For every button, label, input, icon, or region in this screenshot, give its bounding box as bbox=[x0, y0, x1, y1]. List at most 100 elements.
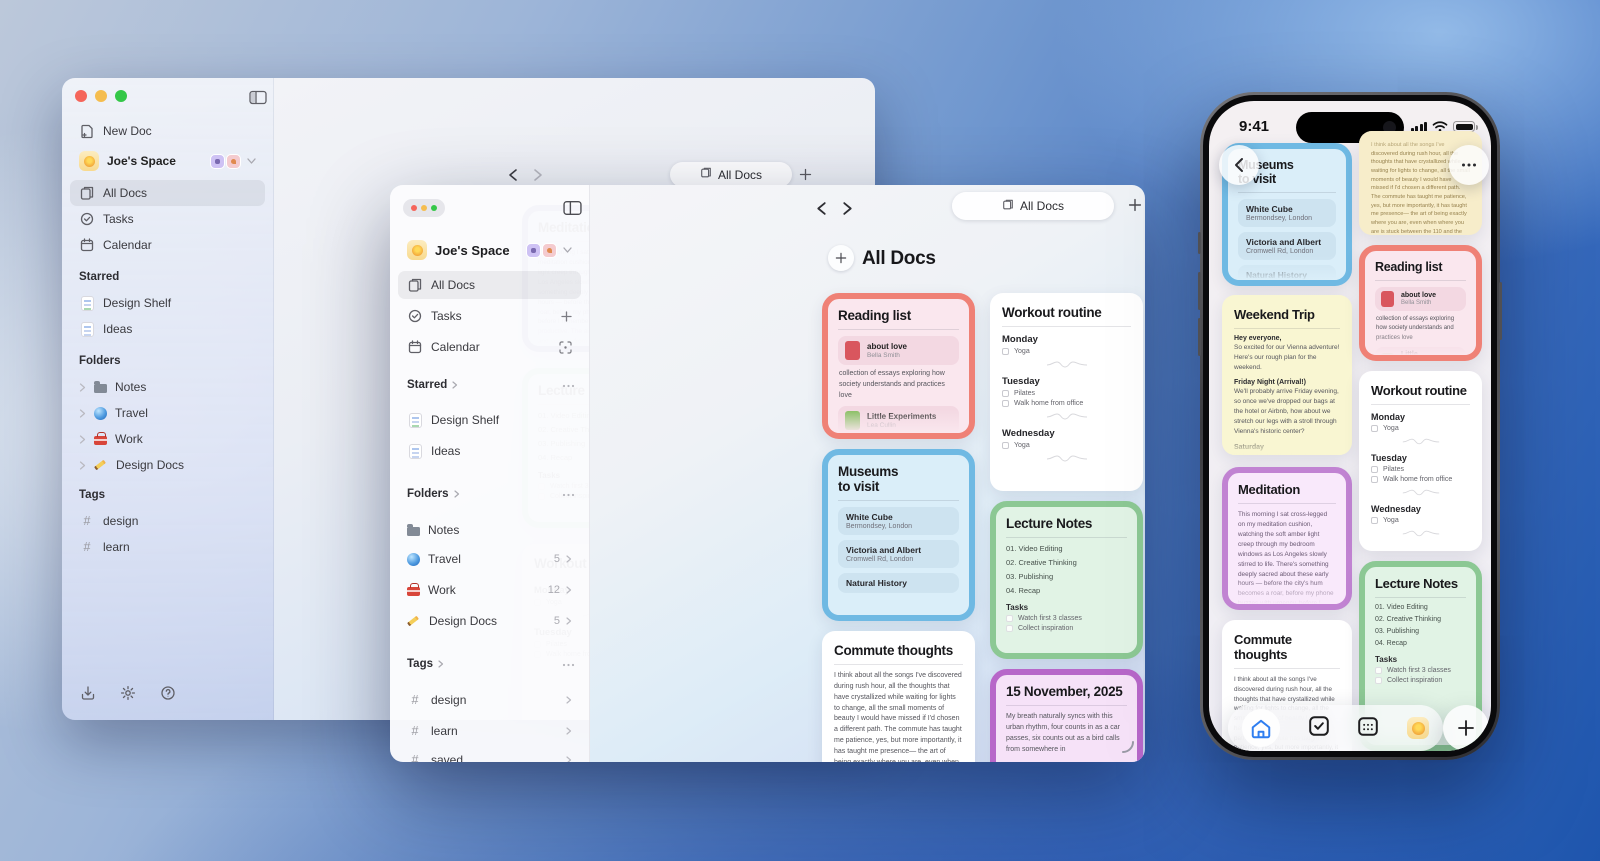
more-options-icon[interactable] bbox=[562, 488, 575, 500]
new-doc-button[interactable] bbox=[828, 245, 854, 271]
checkbox[interactable] bbox=[1002, 348, 1009, 355]
sidebar-tag-learn[interactable]: # learn bbox=[70, 534, 265, 560]
starred-section-header[interactable]: Starred bbox=[407, 376, 575, 394]
task-row[interactable]: Collect inspiration bbox=[1375, 677, 1466, 684]
task-row[interactable]: Yoga bbox=[1002, 348, 1131, 355]
resize-handle[interactable] bbox=[1121, 740, 1135, 754]
task-row[interactable]: Yoga bbox=[1371, 425, 1470, 432]
task-row[interactable]: Pilates bbox=[1371, 466, 1470, 473]
folders-section-header[interactable]: Folders bbox=[79, 352, 121, 370]
checkbox[interactable] bbox=[1371, 466, 1378, 473]
volume-up-button[interactable] bbox=[1198, 272, 1201, 310]
folders-section-header[interactable]: Folders bbox=[407, 485, 575, 503]
sidebar-tag-design[interactable]: # design bbox=[398, 687, 581, 713]
sidebar-folder-work[interactable]: Work bbox=[70, 426, 265, 452]
tab-workspace[interactable] bbox=[1407, 717, 1429, 739]
sidebar-tag-learn[interactable]: # learn bbox=[398, 718, 581, 744]
sidebar-folder-design-docs[interactable]: Design Docs 5 bbox=[398, 608, 581, 634]
sidebar-toggle-button[interactable] bbox=[562, 199, 582, 217]
new-tab-button[interactable] bbox=[1126, 196, 1144, 214]
note-card-reading-list[interactable]: Reading list about loveBella Smith colle… bbox=[822, 293, 975, 439]
more-options-icon[interactable] bbox=[562, 379, 575, 391]
forward-button[interactable] bbox=[529, 166, 547, 184]
minimize-button[interactable] bbox=[421, 205, 427, 211]
new-doc-button[interactable] bbox=[1443, 705, 1489, 751]
starred-section-header[interactable]: Starred bbox=[79, 268, 119, 286]
add-task-button[interactable] bbox=[561, 311, 572, 322]
note-card-lecture-notes[interactable]: Lecture Notes 01. Video Editing 02. Crea… bbox=[990, 501, 1143, 659]
museum-row[interactable]: Natural History bbox=[838, 573, 959, 593]
sidebar-folder-work[interactable]: Work 12 bbox=[398, 577, 581, 603]
sidebar-folder-travel[interactable]: Travel bbox=[70, 400, 265, 426]
task-row[interactable]: Pilates bbox=[1002, 390, 1131, 397]
zoom-button[interactable] bbox=[115, 90, 127, 102]
task-row[interactable]: Yoga bbox=[1002, 442, 1131, 449]
task-row[interactable]: Watch first 3 classes bbox=[1006, 615, 1127, 622]
tags-section-header[interactable]: Tags bbox=[407, 655, 575, 673]
note-card-commute[interactable]: Commute thoughts I think about all the s… bbox=[822, 631, 975, 762]
back-button[interactable] bbox=[812, 199, 830, 217]
focus-scan-button[interactable] bbox=[559, 341, 572, 354]
close-button[interactable] bbox=[411, 205, 417, 211]
sidebar-toggle-button[interactable] bbox=[248, 88, 268, 106]
mute-switch[interactable] bbox=[1198, 232, 1201, 254]
note-card-workout[interactable]: Workout routine Monday Yoga Tuesday Pila… bbox=[1359, 371, 1482, 551]
task-row[interactable]: Walk home from office bbox=[1371, 476, 1470, 483]
close-button[interactable] bbox=[75, 90, 87, 102]
tab-tasks[interactable] bbox=[1308, 715, 1330, 742]
tags-section-header[interactable]: Tags bbox=[79, 486, 105, 504]
checkbox[interactable] bbox=[1375, 667, 1382, 674]
sidebar-item-calendar[interactable]: Calendar bbox=[398, 334, 581, 360]
open-tab[interactable]: All Docs bbox=[670, 162, 792, 187]
help-icon[interactable] bbox=[160, 685, 176, 706]
sidebar-item-design-shelf[interactable]: Design Shelf bbox=[398, 407, 581, 433]
sidebar-folder-notes[interactable]: Notes bbox=[398, 517, 581, 543]
sidebar-folder-design-docs[interactable]: Design Docs bbox=[70, 452, 265, 478]
sidebar-item-all-docs[interactable]: All Docs bbox=[398, 271, 581, 299]
volume-down-button[interactable] bbox=[1198, 318, 1201, 356]
book-row[interactable]: about loveBella Smith bbox=[1375, 287, 1466, 311]
sidebar-item-ideas[interactable]: Ideas bbox=[70, 316, 265, 342]
checkbox[interactable] bbox=[1371, 476, 1378, 483]
sidebar-folder-notes[interactable]: Notes bbox=[70, 374, 265, 400]
sidebar-folder-travel[interactable]: Travel 5 bbox=[398, 546, 581, 572]
back-button[interactable] bbox=[504, 166, 522, 184]
sidebar-tag-design[interactable]: # design bbox=[70, 508, 265, 534]
settings-gear-icon[interactable] bbox=[120, 685, 136, 706]
front-window[interactable]: All Docs All Docs Reading list bbox=[390, 185, 1145, 762]
power-button[interactable] bbox=[1499, 282, 1502, 340]
sidebar-tag-saved[interactable]: # saved bbox=[398, 747, 581, 762]
sidebar-item-all-docs[interactable]: All Docs bbox=[70, 180, 265, 206]
more-options-icon[interactable] bbox=[562, 658, 575, 670]
checkbox[interactable] bbox=[1371, 517, 1378, 524]
new-doc-item[interactable]: New Doc bbox=[70, 118, 265, 144]
note-card-museums[interactable]: Museumsto visit White CubeBermondsey, Lo… bbox=[822, 449, 975, 621]
tab-calendar[interactable] bbox=[1357, 715, 1379, 742]
sidebar-item-tasks[interactable]: Tasks bbox=[70, 206, 265, 232]
workspace-switcher[interactable]: Joe's Space bbox=[398, 237, 581, 263]
workspace-switcher[interactable]: Joe's Space bbox=[70, 148, 265, 174]
task-row[interactable]: Watch first 3 classes bbox=[1375, 667, 1466, 674]
sidebar-item-tasks[interactable]: Tasks bbox=[398, 303, 581, 329]
checkbox[interactable] bbox=[1006, 615, 1013, 622]
checkbox[interactable] bbox=[1002, 390, 1009, 397]
sidebar-item-calendar[interactable]: Calendar bbox=[70, 232, 265, 258]
import-icon[interactable] bbox=[80, 685, 96, 706]
forward-button[interactable] bbox=[838, 199, 856, 217]
sidebar-item-design-shelf[interactable]: Design Shelf bbox=[70, 290, 265, 316]
note-card-weekend-trip[interactable]: Weekend Trip Hey everyone, So excited fo… bbox=[1222, 295, 1352, 455]
new-tab-button[interactable] bbox=[796, 165, 814, 183]
open-tab[interactable]: All Docs bbox=[952, 192, 1114, 220]
sidebar-item-ideas[interactable]: Ideas bbox=[398, 438, 581, 464]
back-button[interactable] bbox=[1219, 145, 1259, 185]
museum-row[interactable]: White CubeBermondsey, London bbox=[838, 507, 959, 535]
tab-home[interactable] bbox=[1242, 709, 1280, 747]
checkbox[interactable] bbox=[1375, 677, 1382, 684]
note-card-reading-list[interactable]: Reading list about loveBella Smith colle… bbox=[1359, 245, 1482, 361]
more-options-button[interactable] bbox=[1449, 145, 1489, 185]
checkbox[interactable] bbox=[1371, 425, 1378, 432]
note-card-meditation[interactable]: Meditation This morning I sat cross-legg… bbox=[1222, 467, 1352, 610]
book-row[interactable]: about loveBella Smith bbox=[838, 336, 959, 365]
minimize-button[interactable] bbox=[95, 90, 107, 102]
museum-row[interactable]: Victoria and AlbertCromwell Rd, London bbox=[838, 540, 959, 568]
